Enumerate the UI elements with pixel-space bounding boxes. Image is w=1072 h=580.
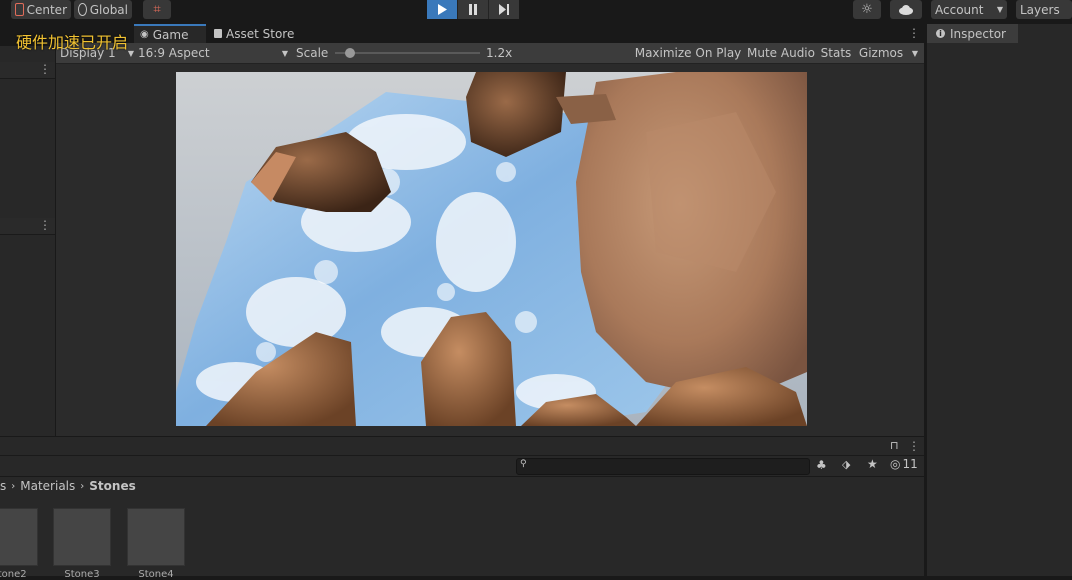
asset-tile[interactable] (53, 508, 111, 566)
chevron-down-icon: ▼ (911, 48, 919, 58)
mute-audio-label: Mute Audio (747, 46, 815, 60)
step-button[interactable] (489, 0, 519, 19)
gizmos-toggle[interactable]: Gizmos (856, 43, 906, 63)
asset-label: Stone2 (0, 569, 27, 580)
scene-panel-header: ⋮ (0, 218, 55, 235)
filter-by-type-icon[interactable]: ♣ (816, 458, 827, 472)
project-panel-header: ⊓ ⋮ (0, 437, 924, 456)
stats-label: Stats (820, 46, 852, 60)
aspect-label: 16:9 Aspect (138, 46, 210, 60)
layers-dropdown[interactable]: Layers (1016, 0, 1072, 19)
gizmos-label: Gizmos (858, 46, 904, 60)
step-icon (498, 4, 509, 15)
hierarchy-header: ⋮ (0, 62, 55, 79)
pause-button[interactable] (458, 0, 489, 19)
asset-label: Stone3 (64, 569, 100, 580)
globe-icon (78, 3, 87, 16)
playmode-controls (427, 0, 519, 19)
hidden-packages-count: 11 (902, 457, 918, 471)
chevron-right-icon: › (80, 480, 85, 492)
tab-inspector[interactable]: i Inspector (927, 24, 1018, 43)
inspector-panel (927, 24, 1072, 576)
pivot-mode-button[interactable]: Center (11, 0, 71, 19)
chevron-down-icon: ▼ (996, 5, 1003, 14)
lighting-button[interactable]: ☼ (853, 0, 881, 19)
stats-toggle[interactable]: Stats (819, 43, 853, 63)
gamepad-icon: ◉ (140, 29, 149, 40)
lock-icon[interactable]: ⊓ (890, 439, 899, 452)
asset-tile[interactable] (0, 508, 38, 566)
hidden-packages-toggle[interactable]: ◎ 11 (890, 457, 918, 471)
hierarchy-panel (0, 46, 55, 436)
favorites-star-icon[interactable]: ★ (867, 457, 878, 471)
panel-divider[interactable] (925, 0, 927, 576)
info-icon: i (936, 29, 945, 38)
layers-label: Layers (1020, 2, 1060, 17)
game-more-options-icon[interactable]: ⋮ (908, 27, 920, 39)
hardware-acceleration-overlay: 硬件加速已开启 (16, 33, 129, 52)
game-render[interactable] (176, 72, 807, 426)
pivot-icon (15, 3, 24, 16)
maximize-on-play-label: Maximize On Play (634, 46, 742, 60)
cloud-button[interactable] (890, 0, 922, 19)
tab-asset-store-label: Asset Store (226, 26, 295, 41)
tab-game-label: Game (152, 27, 189, 42)
more-options-icon[interactable]: ⋮ (908, 440, 920, 452)
pivot-label: Center (26, 2, 67, 17)
pivot-space-button[interactable]: Global (74, 0, 132, 19)
filter-by-label-icon[interactable]: ⬗ (842, 458, 850, 471)
play-icon (438, 4, 447, 15)
scale-value: 1.2x (486, 46, 513, 60)
chevron-down-icon: ▼ (281, 48, 288, 58)
search-icon: ⚲ (520, 459, 527, 469)
grid-snap-button[interactable]: ⌗ (143, 0, 171, 19)
play-button[interactable] (427, 0, 458, 19)
project-search-input[interactable]: ⚲ (516, 458, 810, 475)
asset-label: Stone4 (138, 569, 174, 580)
more-options-icon[interactable]: ⋮ (39, 63, 51, 75)
asset-tile[interactable] (127, 508, 185, 566)
mute-audio-toggle[interactable]: Mute Audio (746, 43, 816, 63)
breadcrumb: s › Materials › Stones (0, 477, 924, 496)
scale-label: Scale (296, 46, 329, 60)
tab-game[interactable]: ◉ Game (134, 24, 206, 43)
more-options-icon[interactable]: ⋮ (39, 219, 51, 231)
sun-icon: ☼ (861, 2, 873, 17)
eye-slash-icon: ◎ (890, 457, 901, 471)
chevron-down-icon: ▼ (127, 48, 134, 58)
chevron-right-icon: › (11, 480, 16, 492)
game-scene-image (176, 72, 807, 426)
tab-inspector-label: Inspector (950, 26, 1006, 41)
cloud-icon (899, 4, 913, 15)
gizmos-dropdown[interactable]: ▼ (907, 43, 923, 63)
scale-slider-thumb[interactable] (344, 48, 355, 58)
breadcrumb-item[interactable]: s (0, 479, 6, 493)
pause-icon (469, 4, 477, 15)
breadcrumb-item-current[interactable]: Stones (89, 479, 135, 493)
grid-snap-icon: ⌗ (153, 2, 161, 17)
account-label: Account (935, 2, 984, 17)
aspect-dropdown[interactable]: 16:9 Aspect ▼ (138, 43, 288, 63)
shopping-bag-icon (214, 29, 222, 38)
scale-slider-track[interactable] (335, 52, 480, 54)
space-label: Global (89, 2, 128, 17)
breadcrumb-item[interactable]: Materials (20, 479, 75, 493)
tab-asset-store[interactable]: Asset Store (208, 24, 304, 43)
account-dropdown[interactable]: Account ▼ (931, 0, 1007, 19)
maximize-on-play-toggle[interactable]: Maximize On Play (634, 43, 742, 63)
